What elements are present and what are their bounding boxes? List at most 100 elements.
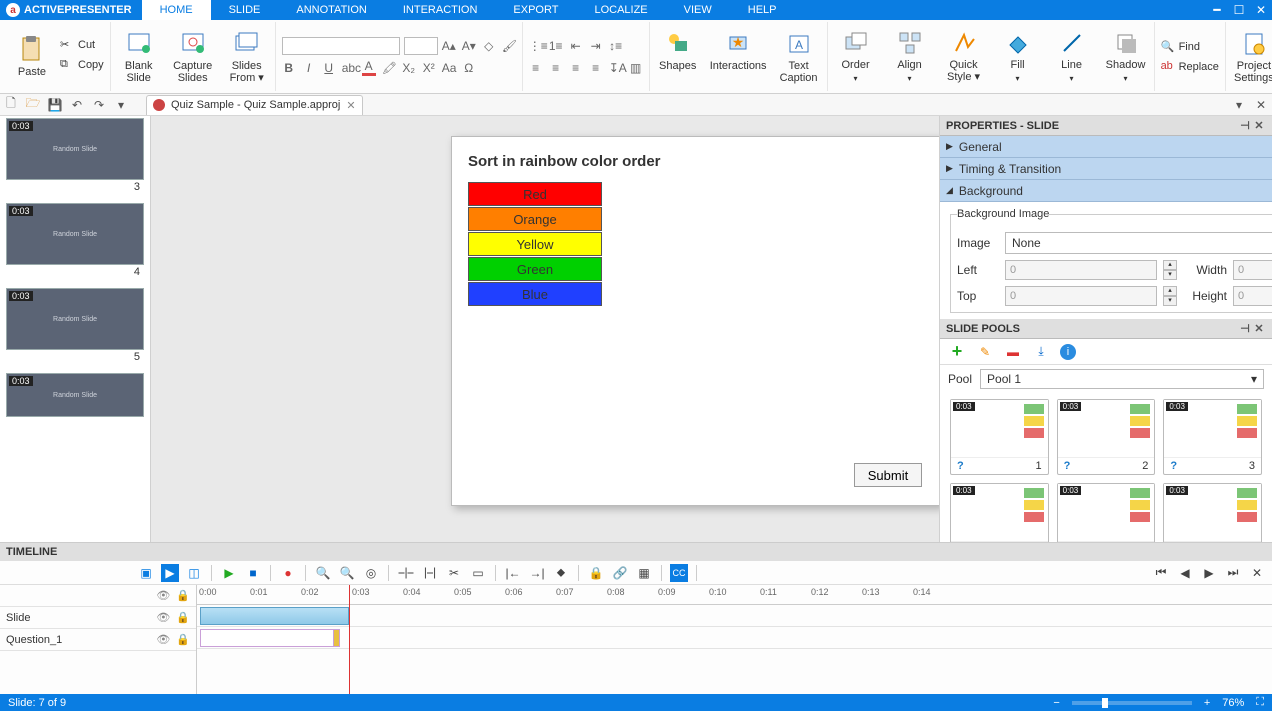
bg-left-input[interactable] xyxy=(1005,260,1157,280)
tab-view[interactable]: VIEW xyxy=(666,0,730,20)
grow-font-icon[interactable]: A▴ xyxy=(442,39,456,53)
opt-yellow[interactable]: Yellow xyxy=(468,232,602,256)
text-caption-button[interactable]: AText Caption xyxy=(777,30,821,84)
font-family-select[interactable] xyxy=(282,37,400,55)
new-icon[interactable]: 🗋 xyxy=(0,94,22,116)
quick-style-button[interactable]: Quick Style ▾ xyxy=(942,29,986,85)
qat-more-icon[interactable]: ▾ xyxy=(110,94,132,116)
tl-snap-icon[interactable]: |← xyxy=(504,564,522,582)
capture-slides-button[interactable]: Capture Slides xyxy=(171,30,215,84)
eye-icon[interactable]: 👁 xyxy=(156,611,170,624)
slide-thumbnails[interactable]: 0:03Random Slide3 0:03Random Slide4 0:03… xyxy=(0,116,151,542)
font-size-select[interactable] xyxy=(404,37,438,55)
columns-icon[interactable]: ▥ xyxy=(629,61,643,75)
thumb-4[interactable]: 0:03Random Slide4 xyxy=(6,203,144,278)
bullets-icon[interactable]: ⋮≡ xyxy=(529,39,543,53)
sort-options[interactable]: Red Orange Yellow Green Blue xyxy=(468,182,924,306)
align-justify-icon[interactable]: ≡ xyxy=(589,61,603,75)
strike-icon[interactable]: abc xyxy=(342,61,356,75)
track-question[interactable]: Question_1👁🔒 xyxy=(0,629,196,651)
tab-interaction[interactable]: INTERACTION xyxy=(385,0,496,20)
tl-play-icon[interactable]: ▶ xyxy=(220,564,238,582)
pool-thumb-3[interactable]: 0:03?3 xyxy=(1163,399,1262,475)
superscript-icon[interactable]: X² xyxy=(422,61,436,75)
tl-mark-icon[interactable]: ⬥ xyxy=(552,564,570,582)
tab-localize[interactable]: LOCALIZE xyxy=(576,0,665,20)
tl-prev-icon[interactable]: ◀ xyxy=(1176,564,1194,582)
tl-record-icon[interactable]: ● xyxy=(279,564,297,582)
tl-link-icon[interactable]: 🔗 xyxy=(611,564,629,582)
thumb-5[interactable]: 0:03Random Slide5 xyxy=(6,288,144,363)
document-tab[interactable]: Quiz Sample - Quiz Sample.approj ✕ xyxy=(146,95,363,115)
italic-icon[interactable]: I xyxy=(302,61,316,75)
pin-icon[interactable]: ⊣ xyxy=(1238,322,1252,335)
tl-trim-icon[interactable]: |⎯| xyxy=(421,564,439,582)
tl-first-icon[interactable]: ⏮ xyxy=(1152,564,1170,582)
tl-zoomin-icon[interactable]: 🔍 xyxy=(314,564,332,582)
slide-clip[interactable] xyxy=(200,607,349,625)
tl-zoomout-icon[interactable]: 🔍 xyxy=(338,564,356,582)
canvas[interactable]: Sort in rainbow color order Red Orange Y… xyxy=(151,116,939,542)
track-slide[interactable]: Slide👁🔒 xyxy=(0,607,196,629)
pool-add-icon[interactable]: + xyxy=(948,343,966,361)
eye-icon[interactable]: 👁 xyxy=(156,589,170,602)
close-panel-icon[interactable]: ✕ xyxy=(1252,119,1266,132)
tab-help[interactable]: HELP xyxy=(730,0,795,20)
lock-icon[interactable]: 🔒 xyxy=(176,611,190,624)
bg-image-select[interactable]: None xyxy=(1005,232,1272,254)
lock-icon[interactable]: 🔒 xyxy=(176,589,190,602)
pin-icon[interactable]: ⊣ xyxy=(1238,119,1252,132)
tl-snap2-icon[interactable]: →| xyxy=(528,564,546,582)
thumb-3[interactable]: 0:03Random Slide3 xyxy=(6,118,144,193)
save-icon[interactable]: 💾 xyxy=(44,94,66,116)
open-icon[interactable]: 🗁 xyxy=(22,94,44,116)
fill-button[interactable]: Fill▾ xyxy=(996,29,1040,85)
bg-height-input[interactable] xyxy=(1233,286,1272,306)
find-button[interactable]: 🔍Find xyxy=(1161,38,1219,56)
cut-button[interactable]: ✂Cut xyxy=(60,36,104,54)
replace-button[interactable]: abReplace xyxy=(1161,58,1219,76)
symbol-icon[interactable]: Ω xyxy=(462,61,476,75)
tab-home[interactable]: HOME xyxy=(142,0,211,20)
copy-button[interactable]: ⧉Copy xyxy=(60,56,104,74)
bg-top-input[interactable] xyxy=(1005,286,1157,306)
shadow-button[interactable]: Shadow▾ xyxy=(1104,29,1148,85)
align-button[interactable]: Align▾ xyxy=(888,29,932,85)
playhead[interactable] xyxy=(349,585,350,694)
close-doc-icon[interactable]: ✕ xyxy=(346,99,355,112)
numbering-icon[interactable]: 1≡ xyxy=(549,39,563,53)
opt-red[interactable]: Red xyxy=(468,182,602,206)
align-left-icon[interactable]: ≡ xyxy=(529,61,543,75)
undo-icon[interactable]: ↶ xyxy=(66,94,88,116)
format-painter-icon[interactable]: 🖌 xyxy=(502,39,516,53)
zoom-fit-icon[interactable]: ⛶ xyxy=(1256,696,1264,709)
case-icon[interactable]: Aa xyxy=(442,61,456,75)
pool-thumb-6[interactable]: 0:03?6 xyxy=(1163,483,1262,542)
clear-format-icon[interactable]: ◇ xyxy=(482,39,496,53)
pool-select[interactable]: Pool 1▾ xyxy=(980,369,1264,389)
close-panel-icon[interactable]: ✕ xyxy=(1252,322,1266,335)
ribbon-close-icon[interactable]: ✕ xyxy=(1250,94,1272,116)
indent-inc-icon[interactable]: ⇥ xyxy=(589,39,603,53)
tl-lock-icon[interactable]: 🔒 xyxy=(587,564,605,582)
tl-mode3-icon[interactable]: ◫ xyxy=(185,564,203,582)
opt-green[interactable]: Green xyxy=(468,257,602,281)
shapes-button[interactable]: Shapes xyxy=(656,30,700,84)
eye-icon[interactable]: 👁 xyxy=(156,633,170,646)
tab-export[interactable]: EXPORT xyxy=(495,0,576,20)
pool-thumb-4[interactable]: 0:03?4 xyxy=(950,483,1049,542)
highlight-icon[interactable]: 🖍 xyxy=(382,61,396,75)
lock-icon[interactable]: 🔒 xyxy=(176,633,190,646)
shrink-font-icon[interactable]: A▾ xyxy=(462,39,476,53)
pool-thumb-1[interactable]: 0:03?1 xyxy=(950,399,1049,475)
zoom-slider[interactable] xyxy=(1072,701,1192,705)
order-button[interactable]: Order▾ xyxy=(834,29,878,85)
tl-close-icon[interactable]: ✕ xyxy=(1248,564,1266,582)
section-timing[interactable]: ▶Timing & Transition xyxy=(940,158,1272,180)
paste-button[interactable]: Paste xyxy=(10,36,54,78)
pool-delete-icon[interactable]: ▬ xyxy=(1004,343,1022,361)
bold-icon[interactable]: B xyxy=(282,61,296,75)
zoom-out-icon[interactable]: − xyxy=(1053,697,1059,709)
thumb-partial[interactable]: 0:03Random Slide xyxy=(6,373,144,417)
project-settings-button[interactable]: Project Settings xyxy=(1232,30,1272,84)
